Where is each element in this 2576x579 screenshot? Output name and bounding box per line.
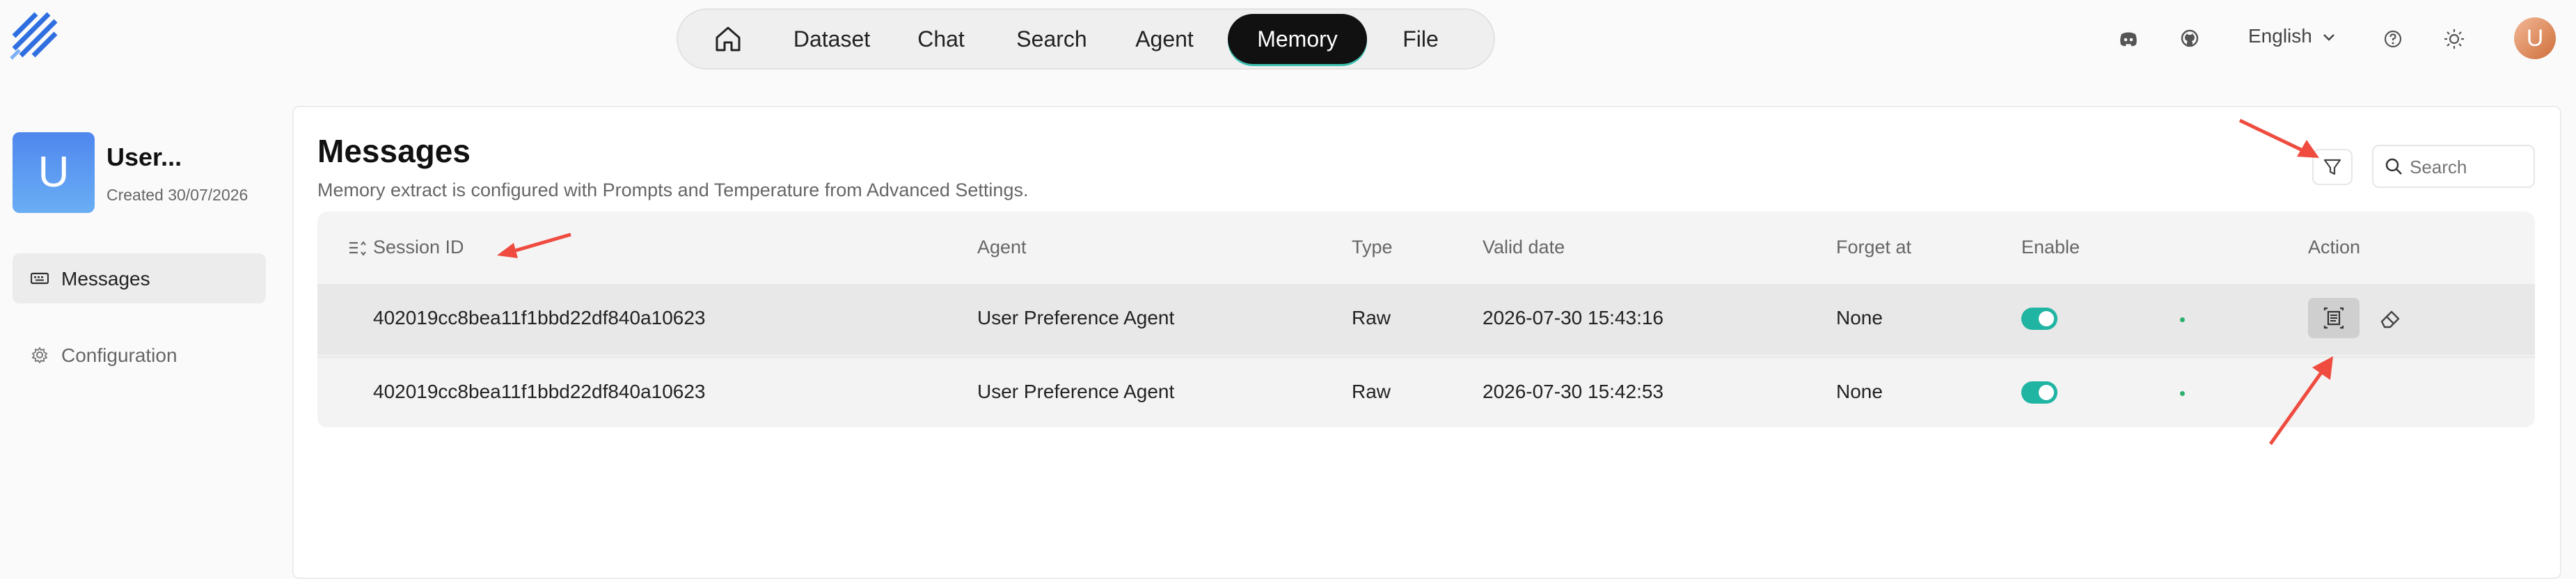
column-action: Action [2308,237,2361,257]
cell-forget-at: None [1836,307,1883,328]
view-details-icon [2323,307,2344,329]
cell-type: Raw [1352,307,1391,328]
table-row[interactable]: 402019cc8bea11f1bbd22df840a10623 User Pr… [317,284,2535,355]
language-selector[interactable]: English [2248,25,2336,47]
logo-icon[interactable] [10,10,67,67]
cell-forget-at: None [1836,381,1883,402]
cell-agent: User Preference Agent [977,381,1175,402]
memory-avatar: U [13,132,95,213]
column-agent: Agent [977,237,1027,257]
nav-chat[interactable]: Chat [899,14,983,64]
nav-file[interactable]: File [1382,14,1459,64]
enable-toggle[interactable] [2021,308,2057,330]
gear-icon [31,347,48,363]
sidebar-item-label: Messages [61,268,150,290]
sun-icon[interactable] [2443,28,2465,50]
search-input[interactable] [2408,153,2529,181]
memory-name: User... [106,143,182,171]
status-dot [2180,391,2185,396]
keyboard-icon [31,272,49,285]
cell-type: Raw [1352,381,1391,402]
cell-valid-date: 2026-07-30 15:42:53 [1483,381,1664,402]
memory-created-date: Created 30/07/2026 [106,186,248,204]
sidebar-item-configuration[interactable]: Configuration [13,330,266,380]
column-type: Type [1352,237,1393,257]
column-valid-date: Valid date [1483,237,1565,257]
enable-toggle[interactable] [2021,381,2057,404]
user-avatar[interactable]: U [2514,17,2556,59]
language-label: English [2248,25,2312,47]
annotation-arrow-action [2268,356,2333,445]
column-forget-at: Forget at [1836,237,1912,257]
cell-agent: User Preference Agent [977,307,1175,328]
table-row[interactable]: 402019cc8bea11f1bbd22df840a10623 User Pr… [317,356,2535,427]
nav-agent[interactable]: Agent [1119,14,1210,64]
page-title: Messages [317,133,471,169]
sort-icon[interactable] [348,239,368,257]
cell-valid-date: 2026-07-30 15:43:16 [1483,307,1664,328]
github-icon[interactable] [2179,28,2201,50]
discord-icon[interactable] [2117,28,2140,50]
nav-search[interactable]: Search [999,14,1104,64]
annotation-arrow-filter [2238,118,2319,158]
sidebar-item-messages[interactable]: Messages [13,253,266,303]
cell-session-id: 402019cc8bea11f1bbd22df840a10623 [373,381,706,402]
messages-table: Session ID Agent Type Valid date Forget … [317,212,2535,427]
annotation-arrow-session-id [497,232,571,258]
page-subtitle: Memory extract is configured with Prompt… [317,180,1029,200]
nav-dataset[interactable]: Dataset [780,14,884,64]
eraser-icon[interactable] [2376,305,2404,333]
status-dot [2180,317,2185,322]
search-box[interactable] [2372,145,2535,188]
home-icon[interactable] [713,24,743,54]
chevron-down-icon [2323,33,2334,41]
view-details-button[interactable] [2308,298,2360,338]
column-session-id[interactable]: Session ID [373,237,464,258]
top-nav: Dataset Chat Search Agent Memory File [677,8,1495,70]
cell-session-id: 402019cc8bea11f1bbd22df840a10623 [373,307,706,328]
search-icon [2385,158,2402,175]
nav-memory[interactable]: Memory [1228,14,1367,64]
column-enable: Enable [2021,237,2080,257]
help-icon[interactable] [2382,28,2404,50]
sidebar-item-label: Configuration [61,344,177,366]
